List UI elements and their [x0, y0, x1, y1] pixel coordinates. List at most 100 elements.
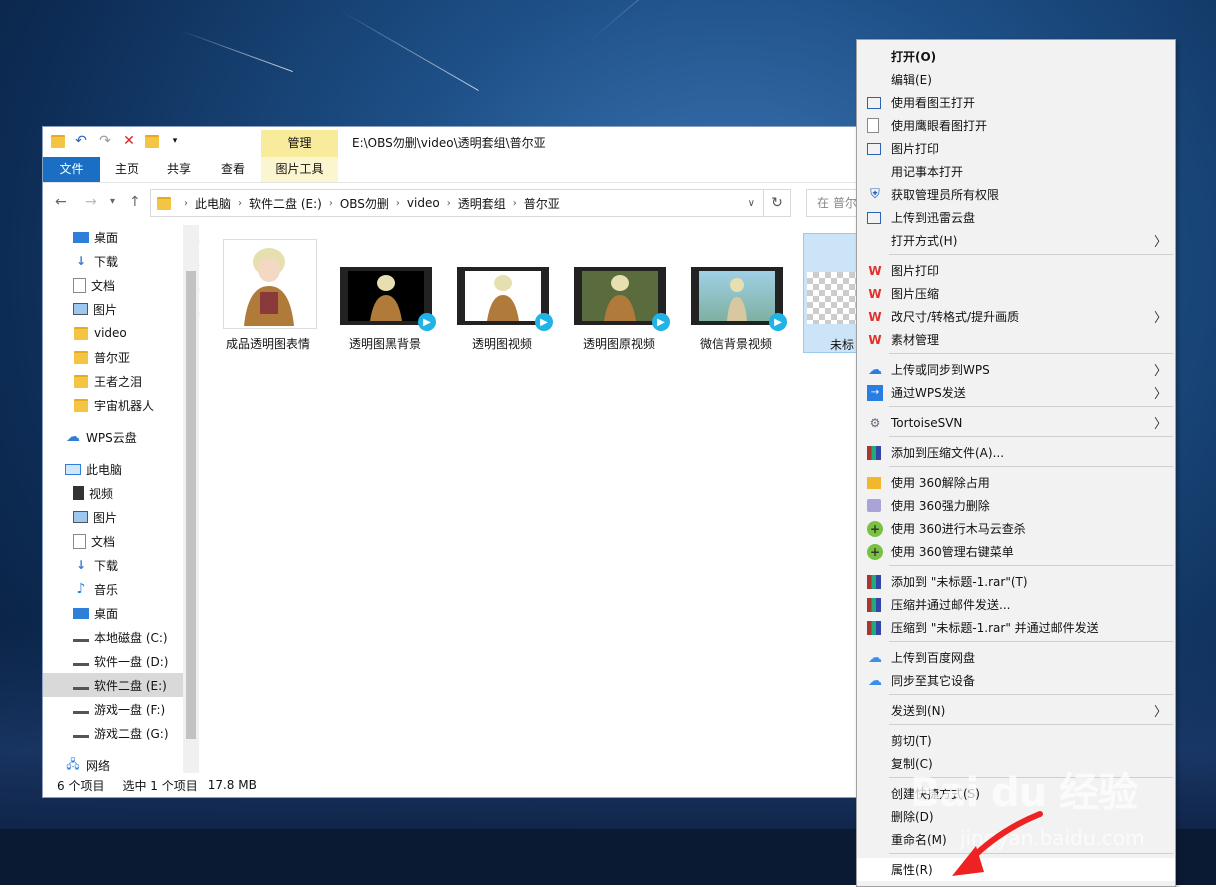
nav-item-network[interactable]: 🖧 网络	[65, 753, 200, 773]
breadcrumb-this-pc[interactable]: 此电脑	[195, 195, 231, 212]
menu-item-open-with-eagle-eye[interactable]: 使用鹰眼看图打开	[857, 114, 1175, 137]
recent-locations-icon[interactable]: ▾	[110, 196, 115, 207]
nav-item-downloads-2[interactable]: ↓ 下载	[73, 553, 200, 577]
nav-label: 王者之泪	[94, 374, 143, 389]
nav-item-videos[interactable]: 视频	[73, 481, 200, 505]
menu-item-360-manage-menu[interactable]: + 使用 360管理右键菜单	[857, 540, 1175, 563]
file-tile[interactable]: ▶ 微信背景视频	[681, 233, 791, 351]
menu-separator	[889, 406, 1173, 407]
folder-icon	[73, 350, 89, 364]
nav-item-desktop-2[interactable]: 桌面	[73, 601, 200, 625]
breadcrumb-obs[interactable]: OBS勿删	[340, 195, 389, 212]
nav-item-drive-d[interactable]: 软件一盘 (D:)	[73, 649, 200, 673]
menu-item-wps-asset-manage[interactable]: W 素材管理	[857, 328, 1175, 351]
menu-item-tortoise-svn[interactable]: ⚙ TortoiseSVN 〉	[857, 411, 1175, 434]
up-icon[interactable]: ↑	[129, 194, 141, 210]
tab-share[interactable]: 共享	[159, 157, 199, 182]
menu-item-compress-email[interactable]: 压缩并通过邮件发送...	[857, 593, 1175, 616]
nav-scrollbar[interactable]	[183, 225, 199, 773]
back-icon[interactable]: ←	[55, 194, 67, 210]
nav-item-drive-e[interactable]: 软件二盘 (E:)	[43, 673, 183, 697]
nav-item-wps-cloud[interactable]: ☁ WPS云盘	[65, 425, 200, 449]
nav-item-astro-bot[interactable]: 宇宙机器人	[73, 393, 200, 417]
refresh-button[interactable]: ↻	[763, 189, 791, 217]
network-icon: 🖧	[66, 756, 80, 771]
menu-separator	[889, 565, 1173, 566]
nav-item-this-pc[interactable]: 此电脑	[65, 457, 200, 481]
image-viewer-icon	[867, 142, 881, 155]
menu-item-upload-baidu[interactable]: ☁ 上传到百度网盘	[857, 646, 1175, 669]
breadcrumb-puerya[interactable]: 普尔亚	[524, 195, 560, 212]
file-tile-selected[interactable]: 未标	[803, 233, 858, 353]
baidu-netdisk-icon: ☁	[868, 672, 882, 689]
menu-item-take-ownership[interactable]: ⛨ 获取管理员所有权限	[857, 183, 1175, 206]
menu-item-360-trojan-scan[interactable]: + 使用 360进行木马云查杀	[857, 517, 1175, 540]
nav-item-music[interactable]: ♪ 音乐	[73, 577, 200, 601]
menu-item-open-with-kantuwang[interactable]: 使用看图王打开	[857, 91, 1175, 114]
redo-icon[interactable]: ↷	[97, 133, 113, 149]
menu-item-image-print[interactable]: 图片打印	[857, 137, 1175, 160]
menu-item-open-with[interactable]: 打开方式(H) 〉	[857, 229, 1175, 252]
file-tile[interactable]: 成品透明图表情	[213, 233, 323, 351]
desktop-icon	[73, 231, 89, 243]
undo-icon[interactable]: ↶	[73, 133, 89, 149]
address-bar[interactable]: › 此电脑 › 软件二盘 (E:) › OBS勿删 › video › 透明套组 › 普尔亚…	[150, 189, 764, 217]
file-tile[interactable]: ▶ 透明图原视频	[564, 233, 674, 351]
tab-view[interactable]: 查看	[213, 157, 253, 182]
menu-item-send-via-wps[interactable]: → 通过WPS发送〉	[857, 381, 1175, 404]
breadcrumb-drive-e[interactable]: 软件二盘 (E:)	[249, 195, 322, 212]
tab-picture-tools[interactable]: 图片工具	[261, 157, 338, 182]
menu-item-upload-sync-wps[interactable]: ☁ 上传或同步到WPS 〉	[857, 358, 1175, 381]
breadcrumb-transparent-set[interactable]: 透明套组	[458, 195, 506, 212]
tab-manage[interactable]: 管理	[261, 130, 338, 157]
nav-item-drive-c[interactable]: 本地磁盘 (C:)	[73, 625, 200, 649]
menu-item-sync-devices[interactable]: ☁ 同步至其它设备	[857, 669, 1175, 692]
menu-item-open-with-notepad[interactable]: 用记事本打开	[857, 160, 1175, 183]
menu-item-send-to[interactable]: 发送到(N) 〉	[857, 699, 1175, 722]
nav-item-downloads[interactable]: ↓ 下载 📌	[73, 249, 200, 273]
forward-icon[interactable]: →	[85, 194, 97, 210]
menu-item-wps-image-compress[interactable]: W 图片压缩	[857, 282, 1175, 305]
tab-home[interactable]: 主页	[107, 157, 147, 182]
nav-label: 下载	[94, 254, 119, 269]
nav-item-drive-g[interactable]: 游戏二盘 (G:)	[73, 721, 200, 745]
menu-item-compress-rar-email[interactable]: 压缩到 "未标题-1.rar" 并通过邮件发送	[857, 616, 1175, 639]
nav-item-video-folder[interactable]: video	[73, 321, 200, 345]
nav-item-pictures[interactable]: 图片 📌	[73, 297, 200, 321]
drive-icon	[73, 729, 89, 738]
menu-item-360-force-delete[interactable]: 使用 360强力删除	[857, 494, 1175, 517]
play-badge-icon: ▶	[418, 313, 436, 331]
file-tile[interactable]: ▶ 透明图视频	[447, 233, 557, 351]
delete-icon[interactable]: ✕	[121, 133, 137, 149]
nav-item-drive-f[interactable]: 游戏一盘 (F:)	[73, 697, 200, 721]
file-tile[interactable]: ▶ 透明图黑背景	[330, 233, 440, 351]
menu-item-upload-thunder[interactable]: 上传到迅雷云盘	[857, 206, 1175, 229]
menu-item-cut[interactable]: 剪切(T)	[857, 729, 1175, 752]
nav-item-documents[interactable]: 文档 📌	[73, 273, 200, 297]
nav-label: 桌面	[94, 606, 119, 621]
new-folder-icon[interactable]	[145, 134, 159, 148]
menu-item-add-to-rar[interactable]: 添加到 "未标题-1.rar"(T)	[857, 570, 1175, 593]
submenu-arrow-icon: 〉	[1153, 311, 1167, 326]
menu-item-add-to-archive[interactable]: 添加到压缩文件(A)...	[857, 441, 1175, 464]
menu-item-wps-resize-convert[interactable]: W 改尺寸/转格式/提升画质〉	[857, 305, 1175, 328]
nav-item-desktop[interactable]: 桌面 📌	[73, 225, 200, 249]
send-icon: →	[867, 384, 883, 401]
breadcrumb-video[interactable]: video	[407, 196, 440, 210]
file-name: 微信背景视频	[699, 337, 772, 351]
winrar-icon	[867, 574, 881, 589]
menu-item-360-unlock[interactable]: 使用 360解除占用	[857, 471, 1175, 494]
menu-item-open[interactable]: 打开(O)	[857, 45, 1175, 68]
nav-item-pictures-2[interactable]: 图片	[73, 505, 200, 529]
nav-item-tears-of-kingdom[interactable]: 王者之泪	[73, 369, 200, 393]
menu-item-edit[interactable]: 编辑(E)	[857, 68, 1175, 91]
tab-file[interactable]: 文件	[43, 157, 100, 182]
scrollbar-thumb[interactable]	[186, 271, 196, 739]
nav-item-puerya[interactable]: 普尔亚	[73, 345, 200, 369]
nav-label: 游戏二盘 (G:)	[94, 726, 169, 741]
nav-item-documents-2[interactable]: 文档	[73, 529, 200, 553]
address-dropdown-icon[interactable]: ∨	[748, 198, 755, 209]
customize-toolbar-icon[interactable]: ▾	[167, 133, 183, 149]
nav-label: 图片	[93, 510, 118, 525]
menu-item-wps-image-print[interactable]: W 图片打印	[857, 259, 1175, 282]
